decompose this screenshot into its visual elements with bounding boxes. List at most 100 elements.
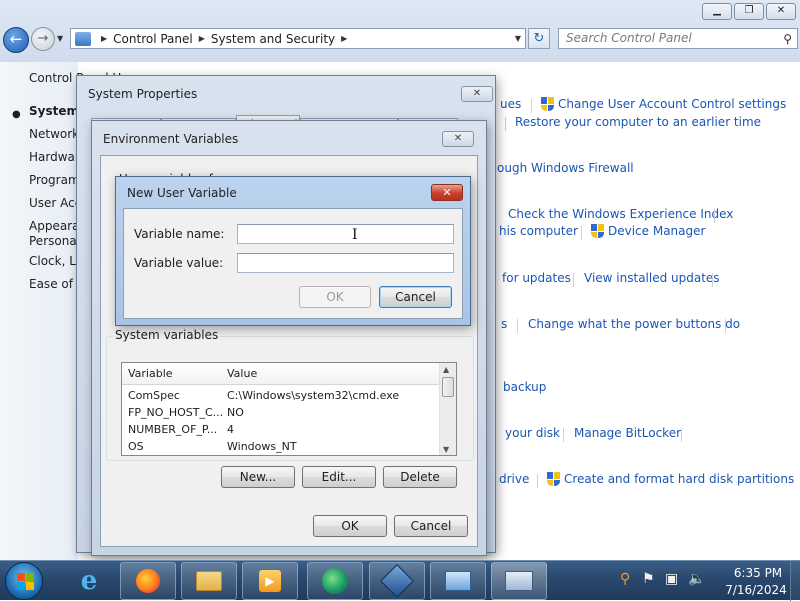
new-button[interactable]: New... bbox=[221, 466, 295, 488]
link-disk-partitions[interactable]: Create and format hard disk partitions bbox=[564, 472, 794, 486]
link-backup[interactable]: backup bbox=[503, 380, 546, 394]
forward-button[interactable]: → bbox=[31, 27, 55, 51]
link-defragment-drive[interactable]: drive bbox=[499, 472, 529, 486]
uac-shield-icon bbox=[591, 224, 604, 239]
taskbar-media-player[interactable]: ▶ bbox=[242, 562, 298, 600]
variable-name-cell: FP_NO_HOST_C... bbox=[128, 406, 224, 419]
chevron-right-icon[interactable]: ▶ bbox=[101, 34, 107, 43]
scroll-up-icon[interactable]: ▲ bbox=[443, 365, 449, 374]
link-divider bbox=[712, 273, 713, 287]
vertical-scrollbar[interactable]: ▲ ▼ bbox=[439, 363, 456, 455]
link-divider bbox=[517, 319, 518, 333]
taskbar-edge[interactable] bbox=[307, 562, 363, 600]
volume-muted-icon[interactable]: 🔈 bbox=[688, 571, 705, 587]
cancel-button[interactable]: Cancel bbox=[379, 286, 452, 308]
variable-name-label: Variable name: bbox=[134, 227, 225, 241]
variable-name-cell: NUMBER_OF_P... bbox=[128, 423, 218, 436]
search-icon[interactable]: ⚲ bbox=[783, 30, 792, 49]
link-this-computer[interactable]: his computer bbox=[499, 224, 578, 238]
network-icon[interactable]: ▣ bbox=[665, 571, 678, 587]
taskbar-windows-explorer[interactable] bbox=[181, 562, 237, 600]
media-player-icon: ▶ bbox=[259, 570, 281, 592]
taskbar-control-panel[interactable] bbox=[491, 562, 547, 600]
taskbar-virtualbox[interactable] bbox=[369, 562, 425, 600]
taskbar-firefox[interactable] bbox=[120, 562, 176, 600]
show-desktop-button[interactable] bbox=[790, 561, 800, 601]
maximize-button[interactable]: ❐ bbox=[734, 3, 764, 20]
control-panel-icon bbox=[75, 31, 91, 46]
variable-name-cell: OS bbox=[128, 440, 144, 453]
link-power-options[interactable]: s bbox=[501, 317, 507, 331]
link-divider bbox=[573, 273, 574, 287]
close-button[interactable]: ✕ bbox=[461, 86, 493, 102]
cancel-button[interactable]: Cancel bbox=[394, 515, 468, 537]
list-header: Variable Value bbox=[122, 363, 440, 385]
link-power-buttons[interactable]: Change what the power buttons do bbox=[528, 317, 740, 331]
virtualbox-icon bbox=[380, 564, 414, 598]
clock-date[interactable]: 7/16/2024 bbox=[720, 583, 792, 597]
link-divider bbox=[681, 428, 682, 442]
taskbar-internet-explorer[interactable]: e bbox=[61, 562, 117, 600]
link-device-manager[interactable]: Device Manager bbox=[608, 224, 705, 238]
address-dropdown-icon[interactable]: ▼ bbox=[515, 34, 521, 43]
link-free-disk-space[interactable]: your disk bbox=[505, 426, 560, 440]
system-variables-list[interactable]: Variable Value ComSpec C:\Windows\system… bbox=[121, 362, 457, 456]
delete-button[interactable]: Delete bbox=[383, 466, 457, 488]
column-header-value[interactable]: Value bbox=[227, 367, 257, 380]
variable-name-field[interactable] bbox=[237, 224, 454, 244]
minimize-button[interactable]: ▁ bbox=[702, 3, 732, 20]
breadcrumb-control-panel[interactable]: Control Panel bbox=[113, 32, 193, 46]
action-center-flag-icon[interactable]: ⚑ bbox=[642, 571, 655, 587]
link-installed-updates[interactable]: View installed updates bbox=[584, 271, 720, 285]
link-experience-index[interactable]: Check the Windows Experience Index bbox=[508, 207, 733, 221]
remote-desktop-icon bbox=[445, 571, 471, 591]
dialog-title: Environment Variables bbox=[103, 132, 239, 146]
breadcrumb-system-and-security[interactable]: System and Security bbox=[211, 32, 335, 46]
clock-time[interactable]: 6:35 PM bbox=[726, 566, 790, 580]
edge-icon bbox=[322, 568, 348, 594]
internet-explorer-icon: e bbox=[80, 566, 98, 596]
link-troubleshoot-issues[interactable]: ues bbox=[500, 97, 521, 111]
table-row[interactable]: NUMBER_OF_P... 4 bbox=[122, 421, 440, 438]
link-divider bbox=[714, 209, 715, 223]
start-button[interactable] bbox=[5, 562, 43, 600]
chevron-right-icon[interactable]: ▶ bbox=[199, 34, 205, 43]
link-change-uac[interactable]: Change User Account Control settings bbox=[558, 97, 786, 111]
system-variables-label: System variables bbox=[113, 328, 221, 342]
system-tray: ⚲ ⚑ ▣ 🔈 6:35 PM 7/16/2024 bbox=[612, 561, 800, 601]
variable-value-field[interactable] bbox=[237, 253, 454, 273]
link-firewall[interactable]: ough Windows Firewall bbox=[497, 161, 634, 175]
variable-value-cell: NO bbox=[227, 406, 244, 419]
link-divider bbox=[581, 226, 582, 240]
link-check-updates[interactable]: for updates bbox=[502, 271, 571, 285]
table-row[interactable]: OS Windows_NT bbox=[122, 438, 440, 455]
control-panel-icon bbox=[505, 571, 533, 591]
variable-value-label: Variable value: bbox=[134, 256, 224, 270]
search-tray-icon[interactable]: ⚲ bbox=[620, 571, 630, 587]
current-item-bullet: ● bbox=[12, 109, 21, 120]
column-header-variable[interactable]: Variable bbox=[128, 367, 173, 380]
refresh-button[interactable]: ↻ bbox=[528, 28, 550, 49]
link-restore[interactable]: Restore your computer to an earlier time bbox=[515, 115, 761, 129]
ok-button[interactable]: OK bbox=[313, 515, 387, 537]
ok-button[interactable]: OK bbox=[299, 286, 371, 308]
link-manage-bitlocker[interactable]: Manage BitLocker bbox=[574, 426, 681, 440]
table-row[interactable]: ComSpec C:\Windows\system32\cmd.exe bbox=[122, 387, 440, 404]
close-button[interactable]: ✕ bbox=[431, 184, 463, 201]
link-divider bbox=[531, 99, 532, 113]
recent-pages-dropdown[interactable]: ▼ bbox=[57, 34, 63, 43]
scroll-down-icon[interactable]: ▼ bbox=[443, 445, 449, 454]
search-input[interactable]: Search Control Panel ⚲ bbox=[558, 28, 798, 49]
scrollbar-thumb[interactable] bbox=[442, 377, 454, 397]
link-divider bbox=[537, 474, 538, 488]
close-button[interactable]: ✕ bbox=[766, 3, 796, 20]
close-button[interactable]: ✕ bbox=[442, 131, 474, 147]
back-button[interactable]: ← bbox=[3, 27, 29, 53]
edit-button[interactable]: Edit... bbox=[302, 466, 376, 488]
variable-value-cell: 4 bbox=[227, 423, 234, 436]
table-row[interactable]: FP_NO_HOST_C... NO bbox=[122, 404, 440, 421]
chevron-right-icon[interactable]: ▶ bbox=[341, 34, 347, 43]
address-bar[interactable]: ▶ Control Panel ▶ System and Security ▶ … bbox=[70, 28, 526, 49]
taskbar: e ▶ ⚲ ⚑ ▣ 🔈 6:35 PM 7/16/2024 bbox=[0, 560, 800, 601]
taskbar-remote-desktop[interactable] bbox=[430, 562, 486, 600]
